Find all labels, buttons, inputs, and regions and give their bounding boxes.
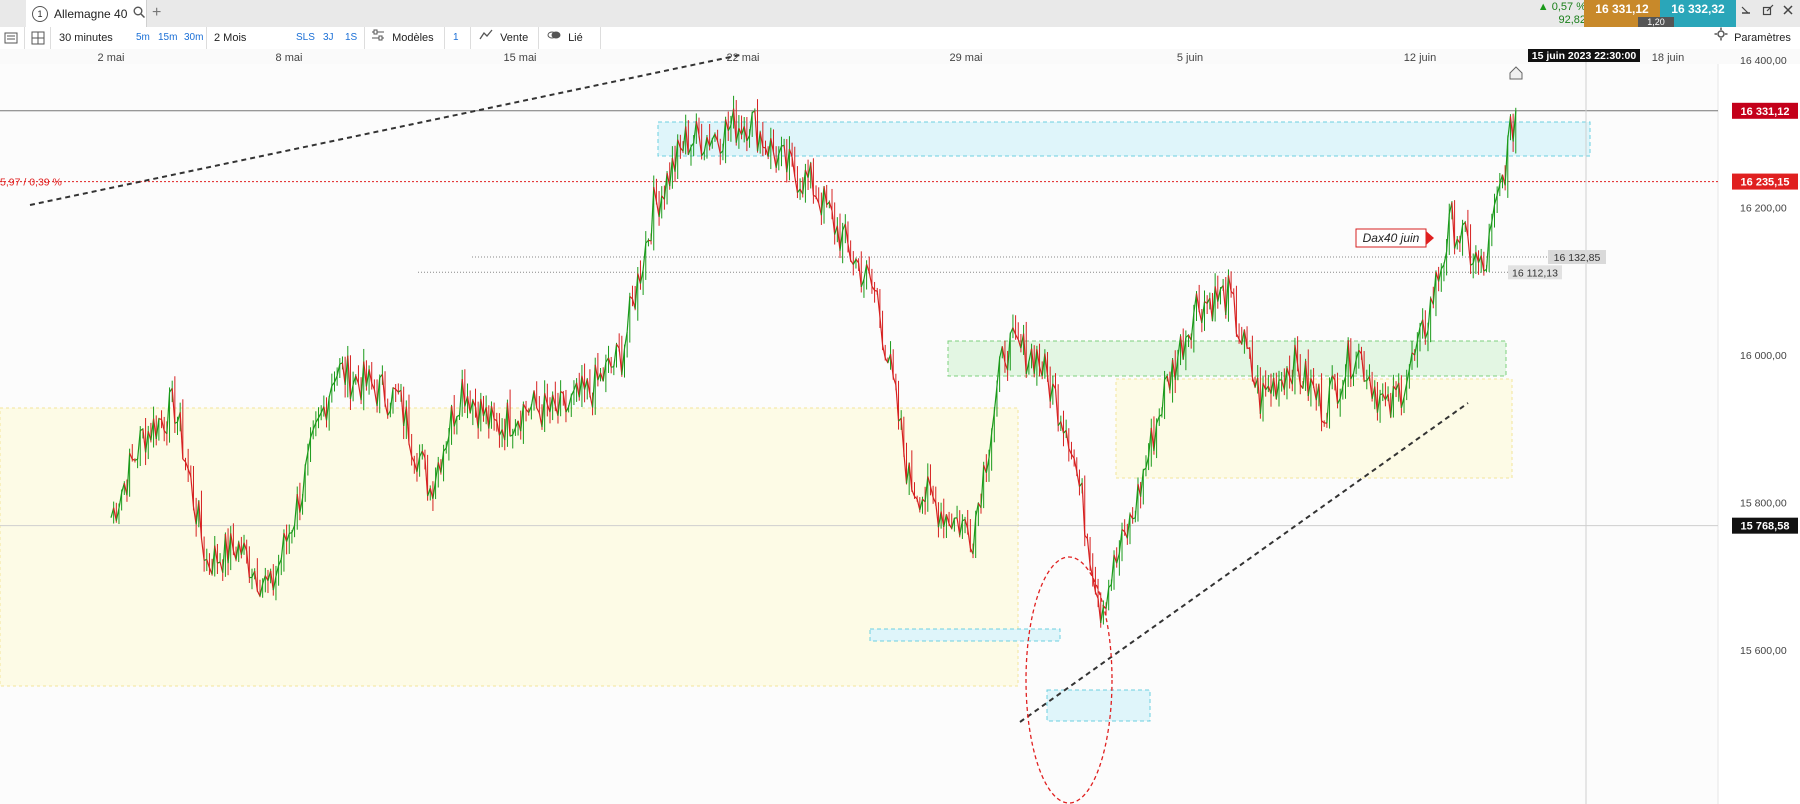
- price-chart[interactable]: 2 mai 8 mai 15 mai 22 mai 29 mai 5 juin 12 jui…: [0, 49, 1800, 804]
- support-zone: [869, 628, 1061, 642]
- price-tick-label: 15 600,00: [1740, 645, 1787, 657]
- sell-mode-button[interactable]: Vente: [470, 27, 528, 49]
- arrow-up-icon: ▲: [1537, 1, 1549, 13]
- models-button[interactable]: Modèles: [364, 27, 434, 49]
- resistance-zone-top: [657, 121, 1591, 157]
- low-zone: [1046, 689, 1151, 722]
- price-segment: [1246, 347, 1250, 350]
- hamburger-icon[interactable]: hamburger-icon: [0, 0, 26, 27]
- price-tick-label: 15 800,00: [1740, 498, 1787, 510]
- price-segment: [289, 532, 293, 535]
- sell-mode-label: Vente: [500, 32, 529, 44]
- interval-15m-button[interactable]: 15m: [158, 27, 177, 49]
- interval-30m-button[interactable]: 30m: [184, 27, 203, 49]
- chart-toolbar: 30 minutes 5m 15m 30m 2 Mois SLS 3J 1S M…: [0, 27, 1800, 50]
- link-icon: [547, 27, 561, 49]
- price-segment: [874, 289, 878, 292]
- date-tick-label: 22 mai: [726, 52, 759, 64]
- models-label: Modèles: [392, 32, 434, 44]
- instrument-name: Allemagne 40: [54, 6, 128, 21]
- link-label: Lié: [568, 32, 583, 44]
- price-segment: [158, 418, 162, 421]
- period-select[interactable]: 2 Mois: [206, 27, 294, 49]
- link-button[interactable]: Lié: [538, 27, 583, 49]
- interval-5m-button[interactable]: 5m: [136, 27, 150, 49]
- order-icon: [479, 27, 493, 49]
- price-tick-label: 16 000,00: [1740, 350, 1787, 362]
- crosshair-date-label: 15 juin 2023 22:30:00: [1532, 50, 1637, 62]
- title-bar: hamburger-icon 1 Allemagne 40 + ▲ 0,57 %…: [0, 0, 1800, 28]
- gear-icon: [1714, 27, 1728, 49]
- yellow-zone-right: [1115, 378, 1513, 479]
- spread-badge: 1,20: [1638, 17, 1674, 27]
- yellow-zone-left: [0, 407, 1019, 687]
- period-sls-button[interactable]: SLS: [296, 27, 315, 49]
- period-3j-button[interactable]: 3J: [323, 27, 334, 49]
- toolbar-spacer: [600, 27, 1711, 49]
- date-tick-label: 29 mai: [949, 52, 982, 64]
- bid-price: 16 331,12: [1595, 2, 1649, 16]
- gray-level-label: 16 132,85: [1554, 252, 1601, 264]
- level-left-label: 5,97 / 0,39 %: [0, 177, 62, 189]
- ask-price: 16 332,32: [1671, 2, 1725, 16]
- annotation-label: Dax40 juin: [1363, 231, 1420, 245]
- price-axis: [1718, 49, 1800, 804]
- last-price-label: 16 331,12: [1741, 106, 1790, 118]
- price-segment: [762, 146, 766, 149]
- layout-icon[interactable]: [24, 27, 45, 49]
- date-tick-label: 12 juin: [1404, 52, 1436, 64]
- plus-icon[interactable]: +: [152, 4, 161, 22]
- crosshair-price-label: 15 768,58: [1741, 521, 1790, 533]
- chart-area[interactable]: 2 mai 8 mai 15 mai 22 mai 29 mai 5 juin 12 jui…: [0, 49, 1800, 804]
- variation-points: 92,82: [1558, 14, 1586, 26]
- models-count[interactable]: 1: [444, 27, 467, 49]
- date-tick-label: 15 mai: [503, 52, 536, 64]
- interval-select[interactable]: 30 minutes: [50, 27, 129, 49]
- settings-label: Paramètres: [1734, 32, 1791, 44]
- minimize-icon[interactable]: [1740, 4, 1752, 19]
- tab-number: 1: [32, 5, 48, 22]
- search-icon[interactable]: [133, 6, 146, 21]
- date-tick-label: 5 juin: [1177, 52, 1203, 64]
- gray-level-label: 16 112,13: [1512, 267, 1558, 279]
- trading-window: hamburger-icon 1 Allemagne 40 + ▲ 0,57 %…: [0, 0, 1800, 804]
- popout-icon[interactable]: [1762, 4, 1774, 19]
- period-1s-button[interactable]: 1S: [345, 27, 357, 49]
- list-icon[interactable]: [4, 27, 18, 49]
- models-icon: [371, 27, 385, 49]
- close-icon[interactable]: [1782, 4, 1794, 19]
- price-tick-label: 16 200,00: [1740, 203, 1787, 215]
- variation-display: ▲ 0,57 % 92,82: [1530, 1, 1586, 27]
- settings-button[interactable]: Paramètres: [1714, 27, 1791, 49]
- date-tick-label: 18 juin: [1652, 52, 1684, 64]
- level-price-label: 16 235,15: [1741, 177, 1790, 189]
- instrument-tab[interactable]: 1 Allemagne 40: [26, 0, 147, 27]
- date-tick-label: 8 mai: [276, 52, 303, 64]
- date-tick-label: 2 mai: [98, 52, 125, 64]
- variation-percent: 0,57 %: [1551, 1, 1586, 13]
- price-tick-label: 16 400,00: [1740, 55, 1787, 67]
